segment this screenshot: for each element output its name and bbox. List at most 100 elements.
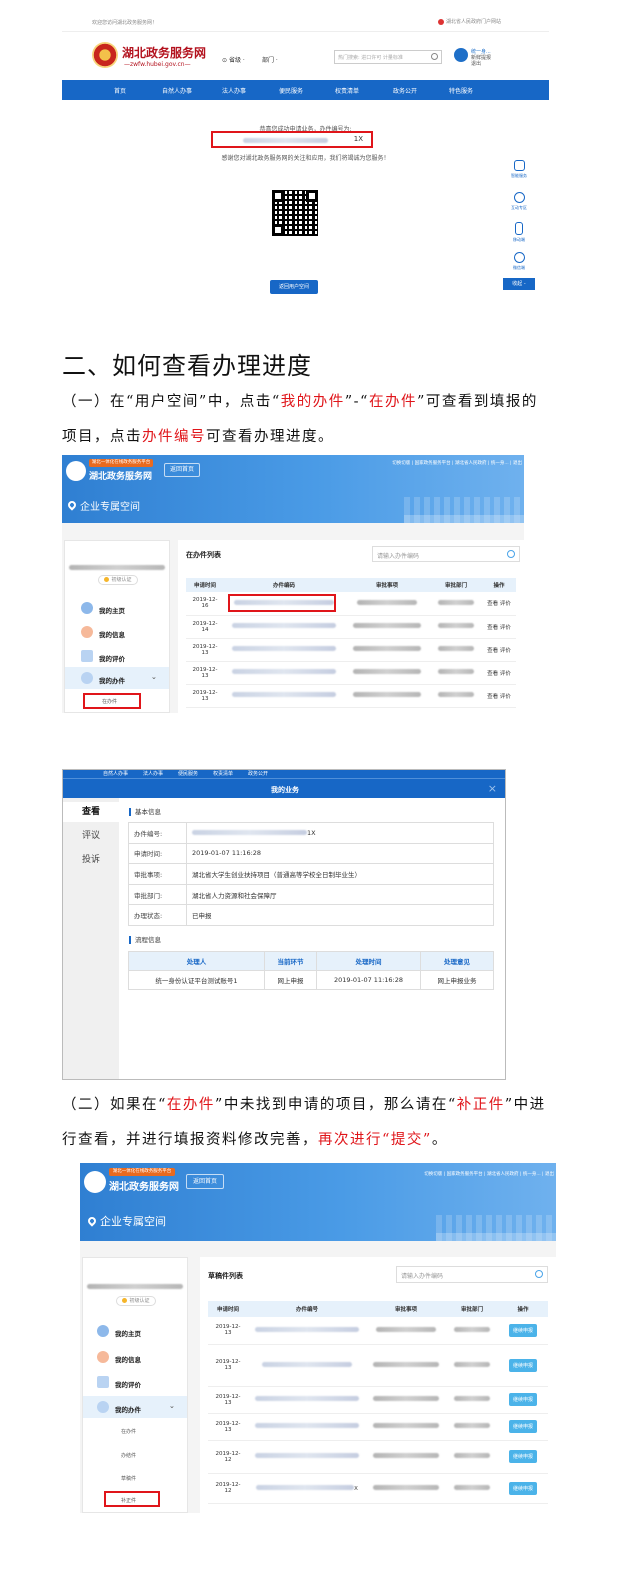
portal-brand[interactable]: 湖北政务服务网 [89, 469, 152, 482]
skyline-decoration [404, 497, 524, 523]
info-icon [81, 626, 93, 638]
continue-button[interactable]: 继续申报 [508, 1481, 537, 1495]
side-tool-mobile[interactable]: 移动端 [505, 222, 533, 243]
draft-table: 申请时间 办件编号 审批事项 审批部门 操作 2019-12- 13 继续申报 2019-… [208, 1301, 548, 1504]
submenu-in-progress[interactable]: 在办件 [102, 698, 117, 705]
submenu-drafts[interactable]: 草稿件 [121, 1475, 136, 1482]
menu-info[interactable]: 我的信息 [83, 1348, 187, 1366]
region-select[interactable]: ⊙ 省级 · [222, 55, 245, 64]
table-row[interactable]: 2019-12- 12 继续申报 [208, 1440, 548, 1474]
tab-view[interactable]: 查看 [63, 802, 119, 822]
rating-icon [97, 1376, 109, 1388]
nav-home[interactable]: 首页 [114, 86, 126, 95]
background-nav: 自然人办事 法人办事 便民服务 权责清单 政务公开 [63, 770, 505, 778]
basic-info-title: 基本信息 [129, 808, 161, 816]
cert-badge: 初级认证 [116, 1296, 156, 1306]
dept-select[interactable]: 部门 · [262, 55, 278, 64]
user-info[interactable]: 统一身... 新鲜提报 退出 [471, 49, 491, 67]
robot-icon [513, 160, 525, 171]
dialog-title-bar: 我的业务 × [63, 778, 505, 798]
apply-time: 2019-01-07 11:16:28 [186, 842, 494, 865]
space-title: 企业专属空间 [80, 502, 140, 513]
return-home-button[interactable]: 返回首页 [186, 1174, 224, 1189]
continue-button[interactable]: 继续申报 [508, 1358, 537, 1372]
avatar[interactable] [454, 48, 468, 62]
menu-home[interactable]: 我的主页 [83, 1322, 187, 1340]
continue-button[interactable]: 继续申报 [508, 1450, 537, 1463]
nav-public[interactable]: 政务公开 [393, 86, 417, 95]
table-row[interactable]: 2019-12- 12 X 继续申报 [208, 1473, 548, 1504]
flow-table: 处理人 当前环节 处理时间 处理意见 统一身份认证平台测试账号1 网上申报 2019-01… [128, 951, 494, 990]
nav-convenience[interactable]: 便民服务 [279, 86, 303, 95]
skyline-decoration [436, 1215, 556, 1241]
return-home-button[interactable]: 返回首页 [164, 463, 200, 477]
site-logo[interactable] [92, 42, 118, 68]
side-tool-interact[interactable]: 互动专区 [505, 192, 533, 211]
site-title[interactable]: 湖北政务服务网 [122, 44, 206, 61]
portal-logo[interactable] [84, 1171, 106, 1193]
menu-my-cases[interactable]: 我的办件 ⌄ [65, 667, 169, 689]
side-tool-wechat[interactable]: 微信端 [505, 252, 533, 271]
nav-legal[interactable]: 法人办事 [222, 86, 246, 95]
in-progress-list-panel: 在办件列表 请输入办件编码 申请时间 办件编码 审批事项 审批部门 操作 2019-12… [178, 540, 524, 713]
table-row[interactable]: 2019-12- 14 查看 评价 [186, 615, 516, 639]
nav-personal[interactable]: 自然人办事 [162, 86, 192, 95]
portal-banner: 湖北一体化在线政务服务平台 湖北政务服务网 返回首页 切换切版 | 国家政务服务… [62, 455, 524, 523]
case-search-input[interactable]: 请输入办件编码 [396, 1266, 548, 1283]
continue-button[interactable]: 继续申报 [508, 1420, 537, 1433]
search-icon[interactable] [431, 53, 438, 60]
submenu-completed[interactable]: 办结件 [121, 1452, 136, 1459]
continue-button[interactable]: 继续申报 [508, 1393, 537, 1406]
welcome-text: 欢迎您访问湖北政务服务网！ [92, 20, 158, 26]
nav-powers[interactable]: 权责清单 [335, 86, 359, 95]
chevron-down-icon: ⌄ [151, 673, 157, 681]
table-row[interactable]: 2019-12- 13 继续申报 [208, 1344, 548, 1387]
back-to-user-space-button[interactable]: 返回用户空间 [270, 280, 318, 294]
table-row[interactable]: 2019-12- 13 查看 评价 [186, 638, 516, 662]
col-code: 办件编码 [224, 578, 344, 592]
space-title: 企业专属空间 [100, 1215, 166, 1228]
search-icon[interactable] [507, 550, 515, 558]
top-links[interactable]: 切换切版 | 国家政务服务平台 | 湖北省人民政府 | 统一身... | 退出 [392, 460, 522, 466]
search-icon[interactable] [535, 1270, 543, 1278]
location-pin-icon [86, 1215, 98, 1227]
menu-rating[interactable]: 我的评价 [65, 647, 169, 665]
close-icon[interactable]: × [488, 782, 497, 795]
draft-list-panel: 草稿件列表 请输入办件编码 申请时间 办件编号 审批事项 审批部门 操作 2019-12… [200, 1257, 556, 1513]
table-row[interactable]: 2019-12- 13 查看 评价 [186, 684, 516, 708]
portal-brand[interactable]: 湖北政务服务网 [109, 1178, 179, 1193]
portal-logo[interactable] [66, 461, 86, 481]
tab-complain[interactable]: 投诉 [63, 850, 119, 870]
submenu-supplement[interactable]: 补正件 [121, 1497, 136, 1504]
menu-info[interactable]: 我的信息 [65, 623, 169, 641]
table-row[interactable]: 2019-12- 13 继续申报 [208, 1413, 548, 1441]
collapse-button[interactable]: 收起 - [503, 278, 535, 290]
case-search-input[interactable]: 请输入办件编码 [372, 546, 520, 562]
table-row[interactable]: 2019-12- 13 继续申报 [208, 1317, 548, 1345]
blurred-company-name [87, 1284, 183, 1289]
cert-badge: 初级认证 [98, 575, 138, 585]
col-item: 审批事项 [344, 578, 430, 592]
menu-rating[interactable]: 我的评价 [83, 1373, 187, 1391]
menu-my-cases[interactable]: 我的办件 ⌄ [83, 1396, 187, 1418]
nav-special[interactable]: 特色服务 [449, 86, 473, 95]
continue-button[interactable]: 继续申报 [508, 1323, 537, 1337]
search-input[interactable]: 热门搜索: 进口许可 计量标准 [334, 50, 442, 64]
table-row[interactable]: 2019-12- 13 查看 评价 [186, 661, 516, 685]
case-code-highlight[interactable] [228, 594, 336, 612]
table-row: 统一身份认证平台测试账号1 网上申报 2019-01-07 11:16:28 网上申报… [128, 970, 494, 990]
user-sidebar: 初级认证 我的主页 我的信息 我的评价 我的办件 ⌄ 在办件 [64, 540, 170, 713]
top-links[interactable]: 切换切版 | 国家政务服务平台 | 湖北省人民政府 | 统一身... | 退出 [424, 1171, 554, 1177]
para1-line1: （一）在“用户空间”中，点击“我的办件”-“在办件”可查看到填报的 [62, 394, 538, 410]
side-tool-smart[interactable]: 智能服务 [505, 160, 533, 179]
col-op: 操作 [482, 578, 516, 592]
tab-review[interactable]: 评议 [63, 826, 119, 846]
submenu-in-progress[interactable]: 在办件 [121, 1428, 136, 1435]
case-number-highlight: 1X [211, 131, 373, 148]
table-row[interactable]: 2019-12- 16 查看 评价 [186, 592, 516, 616]
portal-banner: 湖北一体化在线政务服务平台 湖北政务服务网 返回首页 切换切版 | 国家政务服务… [80, 1163, 556, 1241]
gov-portal-link[interactable]: 湖北省人民政府门户网站 [437, 18, 501, 25]
menu-home[interactable]: 我的主页 [65, 599, 169, 617]
approval-dept: 湖北省人力资源和社会保障厅 [186, 883, 494, 906]
table-row[interactable]: 2019-12- 13 继续申报 [208, 1386, 548, 1414]
